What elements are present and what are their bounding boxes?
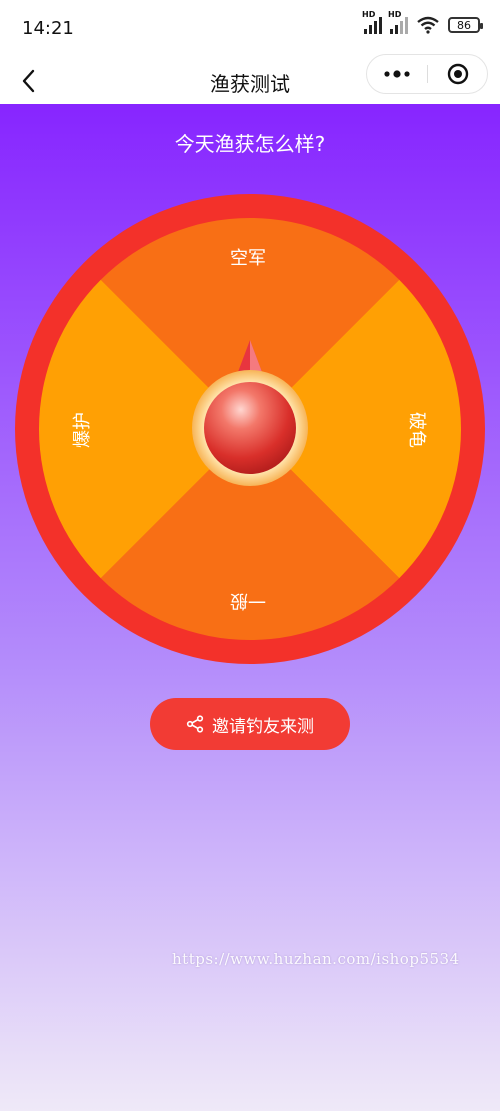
invite-button-label: 邀请钓友来测 xyxy=(212,716,314,737)
question-title: 今天渔获怎么样? xyxy=(174,132,326,156)
spin-button-ball xyxy=(204,382,296,474)
capsule-divider xyxy=(427,65,428,83)
main-content: 今天渔获怎么样? 空军 破龟 一般 爆护 邀请钓友来测 https://www.… xyxy=(0,104,500,1111)
share-icon xyxy=(186,715,204,733)
segment-label-right: 破龟 xyxy=(406,412,427,448)
segment-label-bottom: 一般 xyxy=(230,590,266,611)
target-icon[interactable] xyxy=(447,63,469,85)
signal-icon: HD xyxy=(362,10,382,34)
mini-program-capsule xyxy=(366,54,488,94)
wifi-icon xyxy=(417,16,439,34)
spin-button[interactable] xyxy=(190,340,310,540)
segment-label-top: 空军 xyxy=(230,248,266,269)
battery-level: 86 xyxy=(457,18,471,32)
segment-label-left: 爆护 xyxy=(72,412,93,448)
status-bar: 14:21 HD HD 86 xyxy=(0,0,500,58)
status-icons: HD HD 86 xyxy=(362,10,483,34)
signal-icon: HD xyxy=(388,10,408,34)
status-time: 14:21 xyxy=(22,18,74,39)
nav-bar: 渔获测试 xyxy=(0,54,500,104)
invite-friends-button[interactable]: 邀请钓友来测 xyxy=(150,698,350,750)
more-dots-icon[interactable] xyxy=(383,67,411,81)
battery-icon: 86 xyxy=(448,17,483,33)
prize-wheel[interactable]: 空军 破龟 一般 爆护 xyxy=(15,194,485,664)
watermark-text: https://www.huzhan.com/ishop5534 xyxy=(172,950,460,968)
